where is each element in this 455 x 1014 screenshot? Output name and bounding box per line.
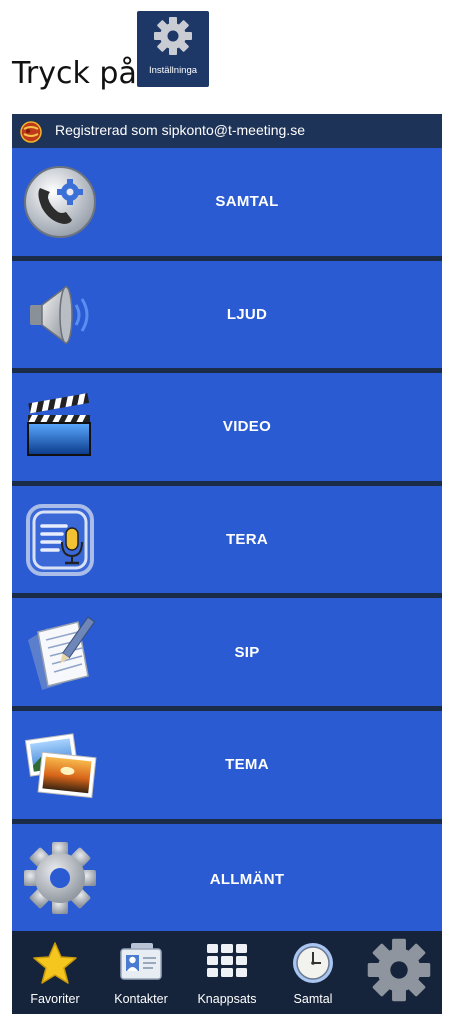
nav-kontakter[interactable]: Kontakter <box>98 931 184 1014</box>
photos-icon <box>24 733 97 799</box>
nav-knappsats[interactable]: Knappsats <box>184 931 270 1014</box>
speaker-icon <box>30 285 89 345</box>
gear-icon <box>24 841 96 914</box>
bottom-nav: Favoriter Kontakter Knappsats Samtal <box>12 931 442 1014</box>
nav-label: Kontakter <box>114 992 168 1006</box>
menu-item-sip[interactable]: SIP <box>12 598 442 711</box>
star-icon <box>33 942 77 984</box>
nav-label: Samtal <box>293 992 333 1006</box>
menu-item-video[interactable]: VIDEO <box>12 373 442 486</box>
status-bar: Registrerad som sipkonto@t-meeting.se <box>12 114 442 148</box>
menu-item-tema[interactable]: TEMA <box>12 710 442 824</box>
menu-item-label: SAMTAL <box>215 193 279 211</box>
menu-item-label: VIDEO <box>222 418 272 436</box>
app-logo-icon <box>20 121 42 143</box>
clapperboard-icon <box>27 393 91 457</box>
gear-icon <box>367 938 431 1002</box>
menu-item-allmant[interactable]: ALLMÄNT <box>12 823 442 937</box>
menu-item-label: TEMA <box>225 756 269 774</box>
microphone-text-icon <box>26 503 94 576</box>
nav-label: Favoriter <box>30 992 80 1006</box>
menu-item-label: LJUD <box>226 305 268 323</box>
keypad-icon <box>207 944 247 977</box>
clock-icon <box>293 943 333 983</box>
menu-item-label: ALLMÄNT <box>209 871 285 889</box>
menu-item-label: SIP <box>234 643 260 661</box>
menu-item-tera[interactable]: TERA <box>12 485 442 599</box>
settings-menu: SAMTAL LJUD VIDEO TERA SIP TEMA ALLMÄNT <box>12 148 442 937</box>
nav-label: Knappsats <box>197 992 257 1006</box>
phone-screen: Registrerad som sipkonto@t-meeting.se SA… <box>12 114 442 1014</box>
gear-icon <box>154 17 192 55</box>
nav-installningar[interactable] <box>356 931 442 1014</box>
menu-item-ljud[interactable]: LJUD <box>12 260 442 374</box>
contact-card-icon <box>120 943 162 980</box>
settings-app-icon: Inställninga <box>137 11 209 87</box>
settings-app-label: Inställninga <box>148 65 198 76</box>
menu-item-label: TERA <box>225 531 269 549</box>
menu-item-samtal[interactable]: SAMTAL <box>12 148 442 261</box>
notepad-pen-icon <box>28 616 96 691</box>
instruction-header: Tryck på Inställninga <box>0 0 455 112</box>
registration-status: Registrerad som sipkonto@t-meeting.se <box>55 122 305 138</box>
instruction-text: Tryck på <box>12 56 137 91</box>
phone-settings-icon <box>24 166 96 238</box>
nav-favoriter[interactable]: Favoriter <box>12 931 98 1014</box>
nav-samtal[interactable]: Samtal <box>270 931 356 1014</box>
